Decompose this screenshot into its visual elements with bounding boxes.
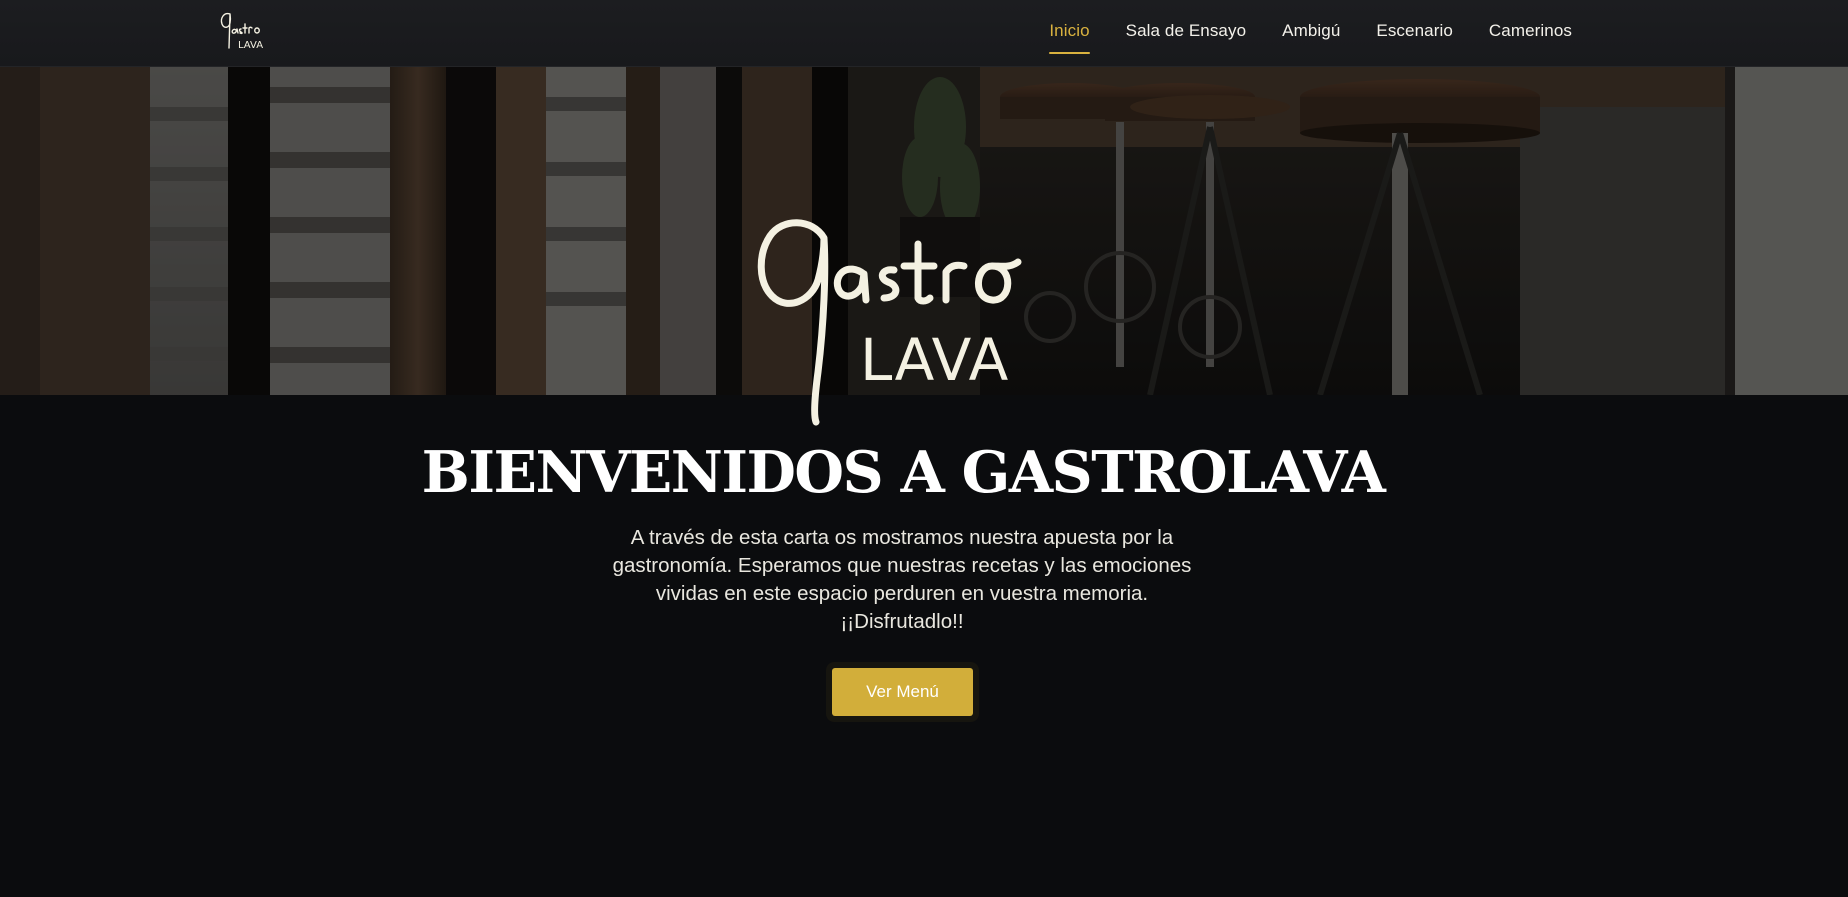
welcome-title: BIENVENIDOS A GASTROLAVA xyxy=(421,439,1386,506)
view-menu-button[interactable]: Ver Menú xyxy=(832,668,973,716)
nav-item-inicio[interactable]: Inicio xyxy=(1049,13,1090,54)
navbar: LAVA Inicio Sala de Ensayo Ambigú Escena… xyxy=(0,0,1848,67)
gastro-lava-hero-logo-icon: LAVA xyxy=(757,219,1022,426)
nav-item-camerinos[interactable]: Camerinos xyxy=(1489,13,1572,49)
gastro-lava-logo-icon: LAVA xyxy=(220,12,263,51)
main-navigation: Inicio Sala de Ensayo Ambigú Escenario C… xyxy=(1049,0,1572,62)
nav-logo-word: LAVA xyxy=(238,40,263,51)
hero-logo-word: LAVA xyxy=(860,326,1009,394)
welcome-description: A través de esta carta os mostramos nues… xyxy=(612,526,1192,633)
brand-logo[interactable]: LAVA xyxy=(216,8,278,54)
nav-item-escenario[interactable]: Escenario xyxy=(1376,13,1453,49)
nav-item-ambigu[interactable]: Ambigú xyxy=(1282,13,1340,49)
hero-logo: LAVA xyxy=(752,212,1052,428)
nav-item-sala-de-ensayo[interactable]: Sala de Ensayo xyxy=(1126,13,1246,49)
